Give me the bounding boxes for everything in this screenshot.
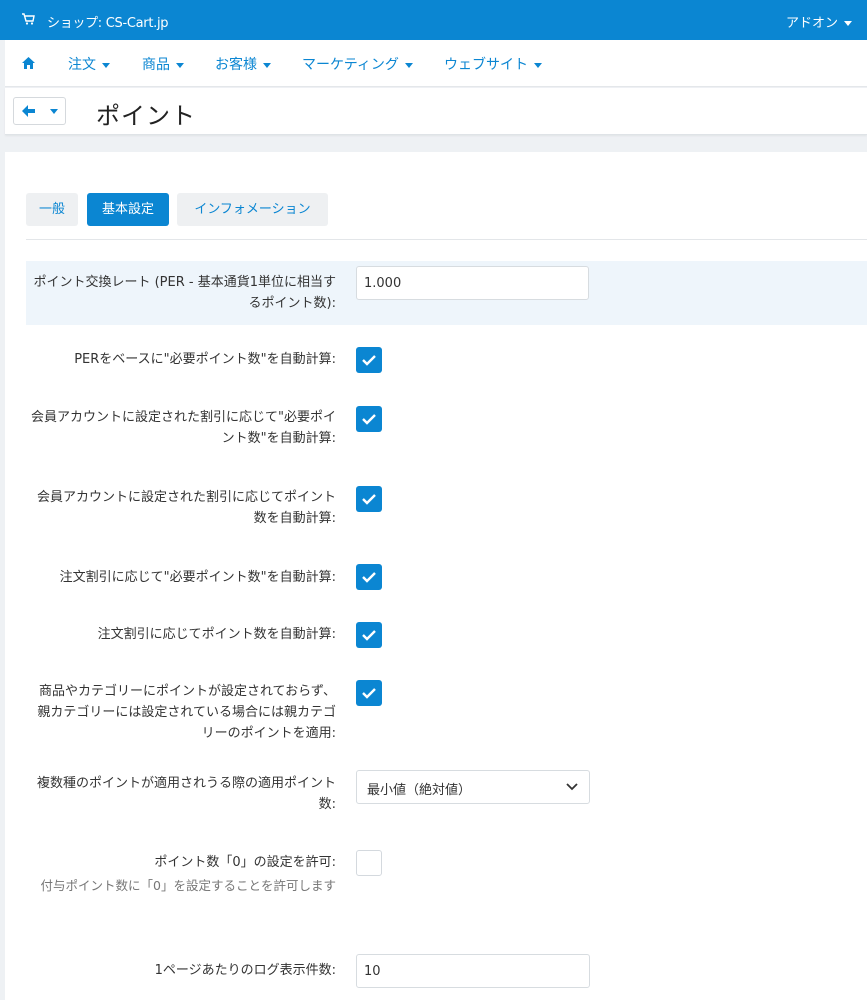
multiple-points-mode-label: 複数種のポイントが適用されうる際の適用ポイント数:	[36, 776, 336, 812]
nav-item-products[interactable]: 商品	[142, 54, 184, 74]
multiple-points-mode-value: 最小値（絶対値）	[367, 783, 472, 798]
auto-calc-order-discount-points-checkbox[interactable]	[356, 622, 382, 648]
setting-row-auto-calc-order-discount-price: 注文割引に応じて"必要ポイント数"を自動計算:	[26, 564, 867, 594]
caret-down-icon	[102, 62, 110, 68]
home-icon[interactable]	[22, 57, 35, 69]
setting-row-allow-zero-points: ポイント数「0」の設定を許可: 付与ポイント数に「0」を設定することを許可します	[26, 849, 867, 923]
caret-down-icon	[844, 21, 852, 26]
addons-label: アドオン	[785, 16, 838, 31]
setting-row-auto-calc-user-discount-price: 会員アカウントに設定された割引に応じて"必要ポイント数"を自動計算:	[26, 404, 867, 452]
auto-calc-order-discount-points-label: 注文割引に応じてポイント数を自動計算:	[97, 627, 336, 642]
check-icon	[362, 688, 376, 699]
check-icon	[362, 414, 376, 425]
back-button[interactable]	[13, 97, 44, 125]
setting-row-multiple-points-mode: 複数種のポイントが適用されうる際の適用ポイント数: 最小値（絶対値）	[26, 769, 867, 819]
tab-general[interactable]: 一般	[26, 193, 78, 226]
setting-row-auto-calc-user-discount-points: 会員アカウントに設定された割引に応じてポイント数を自動計算:	[26, 484, 867, 532]
allow-zero-points-label: ポイント数「0」の設定を許可:	[154, 855, 336, 870]
nav-item-website-label: ウェブサイト	[444, 57, 528, 73]
allow-zero-points-checkbox[interactable]	[356, 850, 382, 876]
nav-item-marketing-label: マーケティング	[302, 57, 399, 73]
page-title: ポイント	[96, 102, 196, 130]
check-icon	[362, 494, 376, 505]
auto-calc-price-points-label: PERをベースに"必要ポイント数"を自動計算:	[74, 352, 336, 367]
exchange-rate-label: ポイント交換レート (PER - 基本通貨1単位に相当するポイント数):	[33, 275, 336, 311]
history-dropdown-button[interactable]	[43, 97, 66, 125]
settings-panel: 一般 基本設定 インフォメーション ポイント交換レート (PER - 基本通貨1…	[5, 152, 867, 1000]
auto-calc-order-discount-price-checkbox[interactable]	[356, 564, 382, 590]
caret-down-icon	[404, 62, 413, 68]
auto-calc-user-discount-price-label: 会員アカウントに設定された割引に応じて"必要ポイント数"を自動計算:	[31, 410, 336, 446]
apply-parent-category-points-checkbox[interactable]	[356, 680, 382, 706]
log-per-page-input[interactable]	[356, 954, 590, 988]
check-icon	[362, 355, 376, 366]
auto-calc-price-points-checkbox[interactable]	[356, 347, 382, 373]
check-icon	[362, 572, 376, 583]
auto-calc-user-discount-price-checkbox[interactable]	[356, 406, 382, 432]
multiple-points-mode-select[interactable]: 最小値（絶対値）	[356, 770, 590, 804]
caret-down-icon	[50, 109, 58, 114]
exchange-rate-input[interactable]	[356, 266, 589, 300]
nav-item-website[interactable]: ウェブサイト	[444, 54, 542, 74]
caret-down-icon	[263, 62, 271, 68]
tab-basic-settings[interactable]: 基本設定	[87, 193, 169, 226]
setting-row-log-per-page: 1ページあたりのログ表示件数:	[26, 954, 867, 994]
allow-zero-points-hint: 付与ポイント数に「0」を設定することを許可します	[40, 878, 336, 893]
nav-item-customers-label: お客様	[215, 57, 257, 73]
cart-icon[interactable]	[21, 12, 35, 26]
tab-information[interactable]: インフォメーション	[177, 193, 328, 226]
auto-calc-user-discount-points-checkbox[interactable]	[356, 486, 382, 512]
nav-item-products-label: 商品	[142, 57, 170, 73]
main-nav: 注文 商品 お客様 マーケティング ウェブサイト	[5, 40, 867, 87]
setting-row-auto-calc-order-discount-points: 注文割引に応じてポイント数を自動計算:	[26, 622, 867, 652]
addons-menu[interactable]: アドオン	[786, 12, 852, 31]
apply-parent-category-points-label: 商品やカテゴリーにポイントが設定されておらず、親カテゴリーには設定されている場合…	[37, 684, 336, 741]
check-icon	[362, 630, 376, 641]
caret-down-icon	[176, 62, 184, 68]
nav-item-customers[interactable]: お客様	[215, 54, 271, 74]
auto-calc-order-discount-price-label: 注文割引に応じて"必要ポイント数"を自動計算:	[59, 570, 336, 585]
nav-item-orders[interactable]: 注文	[68, 54, 110, 74]
setting-row-exchange-rate: ポイント交換レート (PER - 基本通貨1単位に相当するポイント数):	[26, 261, 867, 325]
tabs-divider	[26, 239, 867, 240]
chevron-down-icon	[566, 783, 578, 791]
arrow-left-icon	[22, 105, 35, 117]
caret-down-icon	[534, 62, 542, 68]
auto-calc-user-discount-points-label: 会員アカウントに設定された割引に応じてポイント数を自動計算:	[36, 490, 336, 526]
top-bar: ショップ: CS-Cart.jp アドオン	[0, 0, 867, 40]
setting-row-auto-calc-price-points: PERをベースに"必要ポイント数"を自動計算:	[26, 347, 867, 377]
log-per-page-label: 1ページあたりのログ表示件数:	[154, 963, 336, 978]
nav-item-marketing[interactable]: マーケティング	[302, 54, 413, 74]
nav-item-orders-label: 注文	[68, 57, 96, 73]
store-switcher[interactable]: ショップ: CS-Cart.jp	[47, 12, 169, 31]
setting-row-apply-parent-category-points: 商品やカテゴリーにポイントが設定されておらず、親カテゴリーには設定されている場合…	[26, 678, 867, 744]
title-bar: ポイント	[5, 88, 867, 135]
